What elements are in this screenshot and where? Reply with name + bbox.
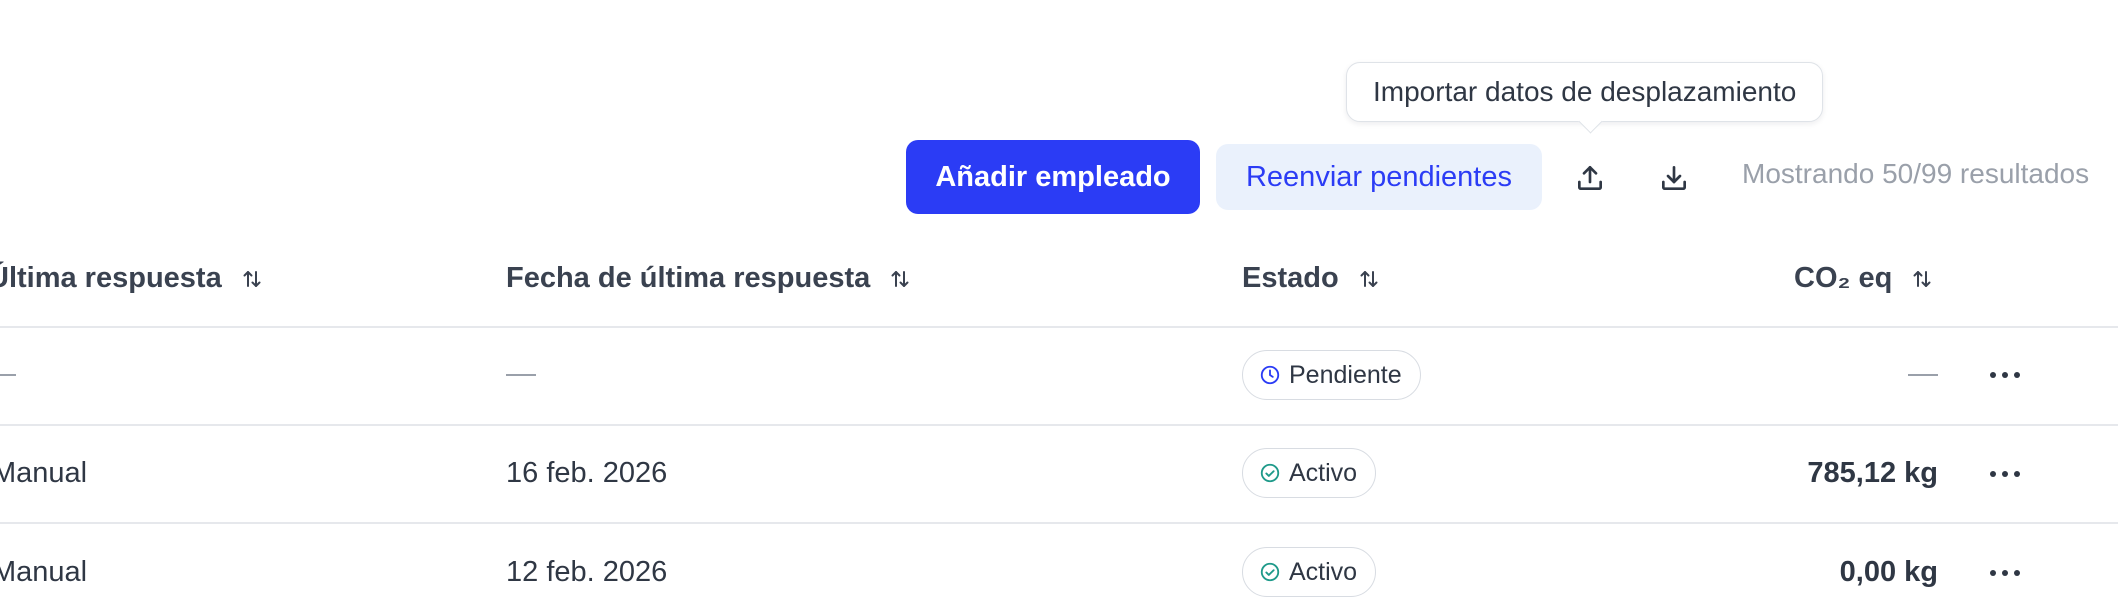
dot (2014, 570, 2020, 576)
download-button[interactable] (1652, 156, 1696, 200)
status-badge: Activo (1242, 448, 1377, 498)
co2-cell: 785,12 kg (1807, 457, 1938, 489)
dot (2002, 471, 2008, 477)
status-label: Activo (1289, 557, 1358, 586)
sort-icon[interactable] (240, 267, 264, 291)
header-co2[interactable]: CO₂ eq (1794, 262, 1934, 295)
status-badge: Pendiente (1242, 350, 1421, 400)
co2-cell: 0,00 kg (1839, 556, 1938, 588)
date-cell: 16 feb. 2026 (506, 457, 668, 489)
check-circle-icon (1260, 463, 1280, 483)
header-divider (0, 326, 2118, 328)
sort-icon[interactable] (1357, 267, 1381, 291)
empty-dash (0, 374, 16, 376)
upload-icon (1578, 166, 1602, 190)
dot (1990, 570, 1996, 576)
dot (2014, 471, 2020, 477)
row-actions-button[interactable] (1990, 459, 2020, 489)
last-response-cell: Manual (0, 556, 88, 588)
date-cell: 12 feb. 2026 (506, 556, 668, 588)
row-divider (0, 424, 2118, 426)
download-icon (1662, 166, 1686, 190)
header-label: Estado (1242, 262, 1339, 294)
row-actions-button[interactable] (1990, 558, 2020, 588)
empty-dash (1908, 374, 1938, 376)
row-actions-button[interactable] (1990, 360, 2020, 390)
sort-icon[interactable] (888, 267, 912, 291)
clock-icon (1260, 365, 1280, 385)
header-status[interactable]: Estado (1242, 262, 1381, 295)
dot (2002, 570, 2008, 576)
header-last-response[interactable]: Última respuesta (0, 262, 264, 295)
dot (2014, 372, 2020, 378)
header-last-response-date[interactable]: Fecha de última respuesta (506, 262, 912, 295)
sort-icon[interactable] (1910, 267, 1934, 291)
empty-dash (506, 374, 536, 376)
status-label: Activo (1289, 458, 1358, 487)
import-tooltip: Importar datos de desplazamiento (1346, 62, 1824, 122)
last-response-cell: Manual (0, 457, 88, 489)
dot (1990, 372, 1996, 378)
resend-pending-button[interactable]: Reenviar pendientes (1216, 144, 1542, 210)
add-employee-button[interactable]: Añadir empleado (906, 140, 1200, 214)
dot (1990, 471, 1996, 477)
header-label: CO₂ eq (1794, 262, 1893, 294)
results-count: Mostrando 50/99 resultados (1742, 158, 2090, 189)
check-circle-icon (1260, 562, 1280, 582)
tooltip-text: Importar datos de desplazamiento (1373, 76, 1797, 107)
upload-button[interactable] (1568, 156, 1612, 200)
header-label: Fecha de última respuesta (506, 262, 871, 294)
status-label: Pendiente (1289, 360, 1402, 389)
row-divider (0, 522, 2118, 524)
header-label: Última respuesta (0, 262, 222, 294)
dot (2002, 372, 2008, 378)
